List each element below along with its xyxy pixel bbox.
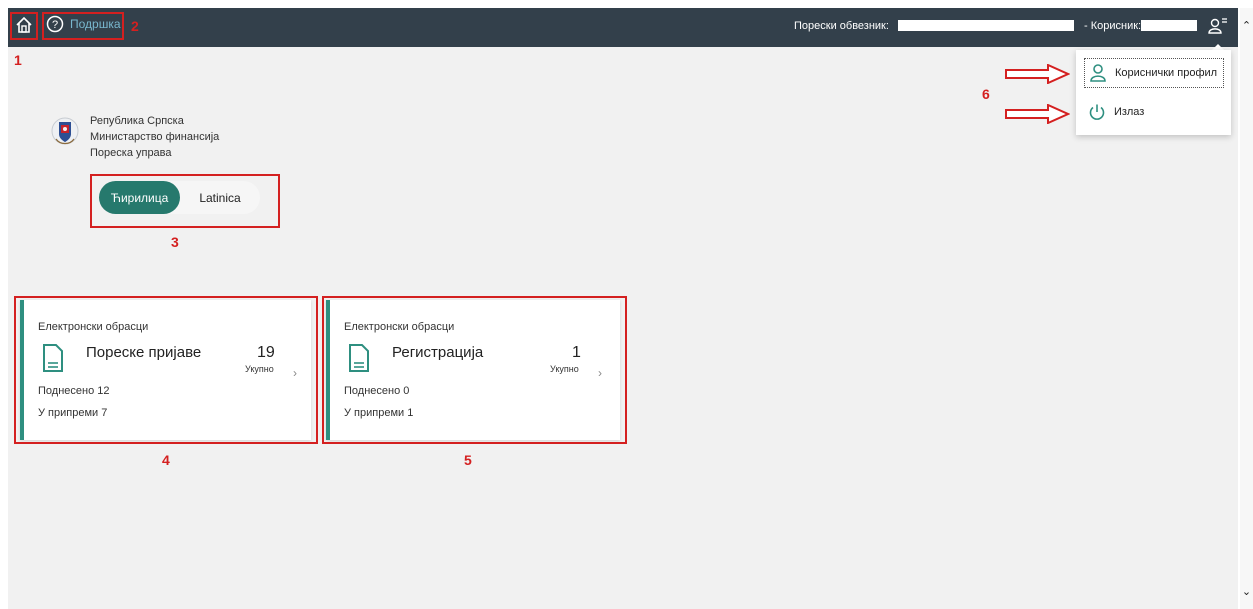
- annotation-box-3: [90, 174, 280, 228]
- annotation-number-6: 6: [982, 86, 990, 102]
- annotation-number-3: 3: [171, 234, 179, 250]
- annotation-box-2: [42, 12, 124, 40]
- annotation-box-5: [322, 296, 627, 444]
- org-line-3: Пореска управа: [90, 147, 172, 159]
- coat-of-arms-logo: [51, 117, 79, 145]
- user-menu-icon: [1208, 18, 1227, 34]
- user-label: - Корисник:: [1084, 20, 1142, 32]
- annotation-box-4: [14, 296, 318, 444]
- user-menu-button[interactable]: [1207, 15, 1229, 37]
- annotation-arrow-logout: [1005, 104, 1070, 124]
- taxpayer-value-redacted: [898, 20, 1074, 31]
- annotation-number-2: 2: [131, 18, 139, 34]
- user-value-redacted: [1141, 20, 1197, 31]
- annotation-number-4: 4: [162, 452, 170, 468]
- user-icon: [1090, 64, 1106, 82]
- scrollbar[interactable]: [1240, 8, 1253, 609]
- menu-item-logout[interactable]: Излаз: [1084, 97, 1224, 127]
- app-frame: ? Подршка Порески обвезник: - Корисник: …: [0, 0, 1253, 609]
- menu-item-label: Кориснички профил: [1115, 67, 1218, 79]
- organization-name: Република Српска Министарство финансија …: [90, 113, 219, 161]
- org-line-2: Министарство финансија: [90, 131, 220, 143]
- user-dropdown-menu: Кориснички профил Излаз: [1076, 50, 1231, 135]
- annotation-number-5: 5: [464, 452, 472, 468]
- power-icon: [1089, 104, 1105, 120]
- organization-header: Република Српска Министарство финансија …: [50, 113, 219, 161]
- annotation-number-1: 1: [14, 52, 22, 68]
- scroll-down-icon[interactable]: ⌄: [1241, 586, 1252, 598]
- taxpayer-label: Порески обвезник:: [794, 20, 889, 32]
- annotation-box-1: [10, 12, 38, 40]
- scroll-up-icon[interactable]: ⌃: [1241, 20, 1252, 32]
- annotation-arrow-profile: [1005, 64, 1070, 84]
- menu-item-label: Излаз: [1114, 106, 1145, 118]
- org-line-1: Република Српска: [90, 115, 184, 127]
- menu-item-user-profile[interactable]: Кориснички профил: [1084, 58, 1224, 88]
